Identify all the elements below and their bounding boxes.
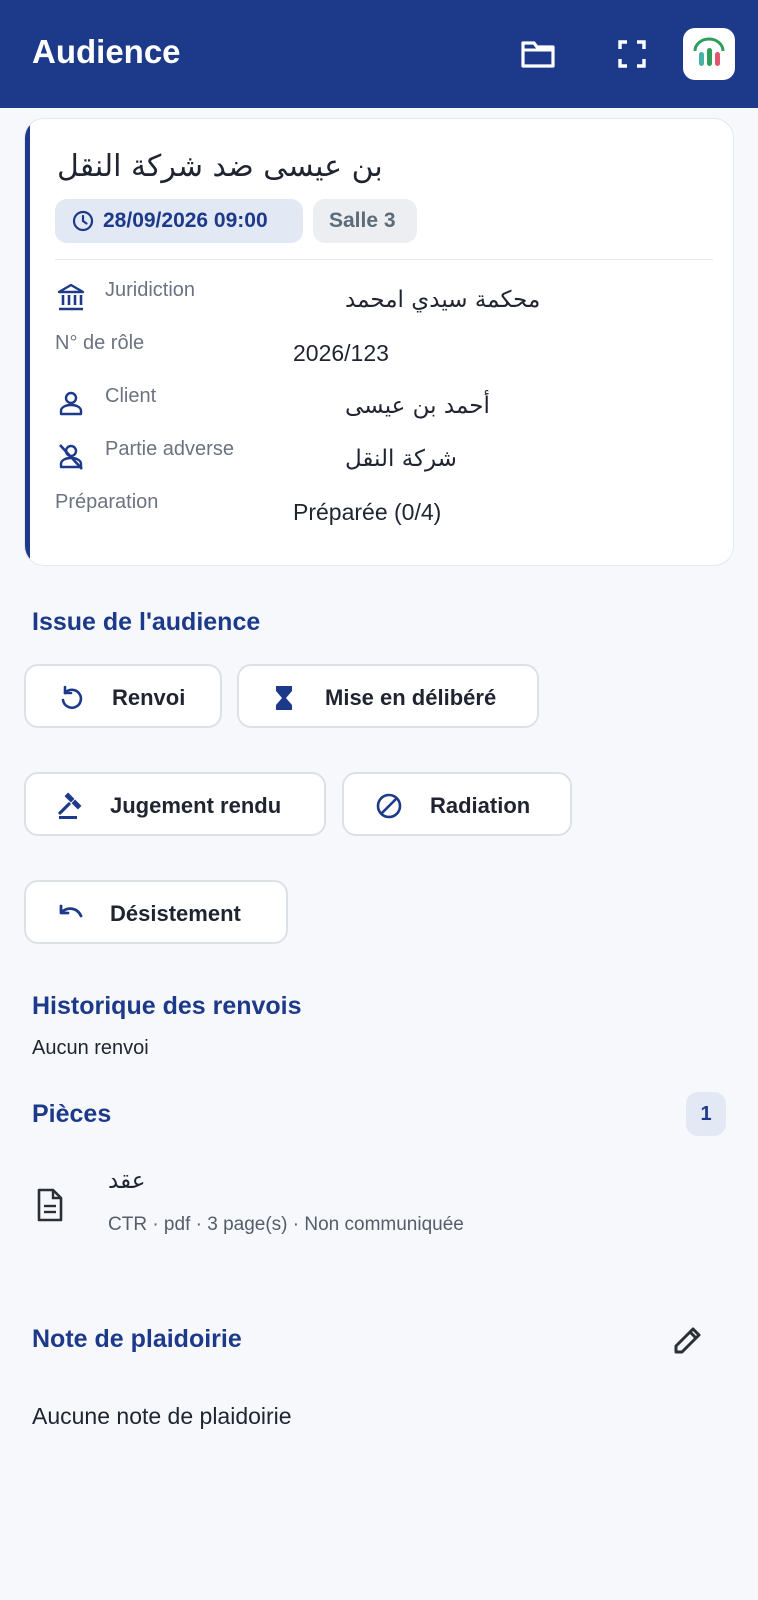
document-list-item[interactable]: عقد CTR · pdf · 3 page(s) · Non communiq… [24,1168,734,1248]
radiation-label: Radiation [430,793,531,818]
undo-circular-icon [61,685,83,710]
courthouse-icon [57,283,85,311]
adverse-party-label: Partie adverse [105,438,234,460]
room-text: Salle 3 [329,209,396,232]
client-value: أحمد بن عيسى [345,393,490,419]
document-meta: CTR · pdf · 3 page(s) · Non communiquée [108,1214,464,1235]
history-section-title: Historique des renvois [32,992,302,1020]
fullscreen-icon[interactable] [612,34,652,74]
jurisdiction-row: Juridiction محكمة سيدي امحمد [55,279,715,319]
history-empty-text: Aucun renvoi [32,1037,149,1059]
deliberation-button[interactable]: Mise en délibéré [237,664,539,728]
renvoi-label: Renvoi [112,685,186,710]
jurisdiction-value: محكمة سيدي امحمد [345,287,541,313]
judgment-label: Jugement rendu [110,793,282,818]
withdrawal-button[interactable]: Désistement [24,880,288,944]
judgment-button[interactable]: Jugement rendu [24,772,326,836]
folder-icon[interactable] [518,34,558,74]
page-title: Audience [32,33,181,70]
hourglass-icon [276,686,292,710]
app-logo[interactable] [683,28,735,80]
client-label: Client [105,385,157,407]
note-section-title: Note de plaidoirie [32,1325,242,1353]
block-icon [376,793,402,819]
preparation-label: Préparation [55,491,159,513]
hearing-card: بن عيسى ضد شركة النقل 28/09/2026 09:00 S… [24,118,734,566]
preparation-row: Préparation Préparée (0/4) [55,491,715,531]
role-number-label: N° de rôle [55,332,145,354]
adverse-party-row: Partie adverse شركة النقل [55,438,715,478]
undo-icon [59,904,83,918]
edit-icon[interactable] [668,1320,708,1360]
document-icon [37,1188,63,1222]
room-chip: Salle 3 [313,199,417,243]
client-row: Client أحمد بن عيسى [55,385,715,425]
card-divider [55,259,713,260]
documents-count-badge: 1 [686,1092,726,1136]
radiation-button[interactable]: Radiation [342,772,572,836]
jurisdiction-label: Juridiction [105,279,196,301]
case-title: بن عيسى ضد شركة النقل [57,149,383,184]
gavel-icon [58,792,82,819]
note-empty-text: Aucune note de plaidoirie [32,1403,292,1429]
outcome-section-title: Issue de l'audience [32,608,261,636]
role-number-value: 2026/123 [293,340,389,366]
person-icon [59,391,83,416]
datetime-text: 28/09/2026 09:00 [103,209,268,232]
withdrawal-label: Désistement [110,901,241,926]
person-off-icon [59,444,83,470]
documents-section-title: Pièces [32,1100,112,1128]
role-number-row: N° de rôle 2026/123 [55,332,715,372]
adverse-party-value: شركة النقل [345,446,457,472]
document-name: عقد [108,1168,146,1194]
datetime-chip: 28/09/2026 09:00 [55,199,303,243]
app-bar: Audience [0,0,758,108]
renvoi-button[interactable]: Renvoi [24,664,222,728]
deliberation-label: Mise en délibéré [325,685,497,710]
preparation-value: Préparée (0/4) [293,499,442,525]
clock-icon [72,210,94,232]
